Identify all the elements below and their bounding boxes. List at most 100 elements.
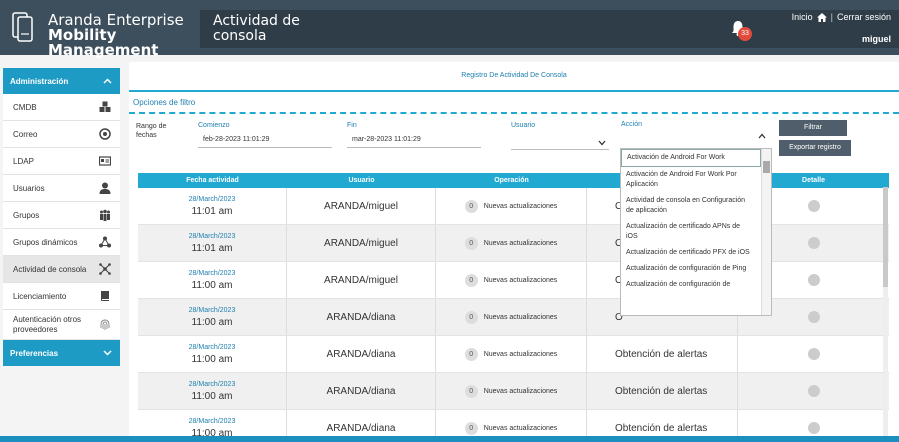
detail-icon[interactable] — [807, 348, 820, 360]
sidebar-section-preferences[interactable]: Preferencias — [3, 340, 120, 366]
activity-icon — [99, 263, 111, 275]
group-icon — [100, 209, 110, 221]
sidebar-item-correo[interactable]: Correo — [3, 121, 120, 148]
column-header-user[interactable]: Usuario — [287, 173, 436, 188]
dashed-divider — [129, 112, 899, 114]
sidebar-item-label: Autenticación otros proveedores — [13, 314, 82, 334]
sidebar-item-label: Actividad de consola — [13, 264, 87, 274]
current-user[interactable]: miguel — [862, 34, 891, 44]
sidebar-section-label: Preferencias — [10, 348, 59, 358]
action-label: Acción — [621, 121, 643, 128]
operation-text: Nuevas actualizaciones — [483, 424, 558, 432]
filter-title: Opciones de filtro — [133, 98, 196, 107]
operation-cell: 0 Nuevas actualizaciones — [436, 225, 587, 261]
sidebar-item-grupos[interactable]: Grupos — [3, 202, 120, 229]
dropdown-option[interactable]: Actualización de configuración de Ping — [621, 261, 761, 277]
sidebar-item-ldap[interactable]: LDAP — [3, 148, 120, 175]
dropdown-option[interactable]: Actualización de configuración de — [621, 277, 761, 293]
page-title-line-2: consola — [213, 28, 267, 44]
activity-date: 28/March/2023 — [188, 417, 236, 425]
table-row[interactable]: 28/March/2023 11:00 am ARANDA/diana 0 Nuev… — [138, 336, 889, 373]
count-badge: 0 — [464, 421, 478, 435]
chevron-up-icon[interactable] — [758, 133, 766, 139]
detail-icon[interactable] — [807, 200, 820, 212]
column-header-operation[interactable]: Operación — [436, 173, 587, 188]
home-icon[interactable] — [816, 12, 827, 22]
table-row[interactable]: 28/March/2023 11:00 am ARANDA/miguel 0 Nue… — [138, 262, 889, 299]
table-row[interactable]: 28/March/2023 11:01 am ARANDA/miguel 0 Nue… — [138, 225, 889, 262]
sidebar-item-label: Licenciamiento — [13, 291, 67, 301]
user-cell: ARANDA/diana — [287, 373, 436, 409]
detail-icon[interactable] — [807, 422, 820, 434]
date-cell: 28/March/2023 11:01 am — [138, 225, 287, 261]
scrollbar-thumb[interactable] — [883, 187, 888, 287]
table-row[interactable]: 28/March/2023 11:01 am ARANDA/miguel 0 Nue… — [138, 188, 889, 225]
sidebar-item-cmdb[interactable]: CMDB — [3, 94, 120, 121]
table-row[interactable]: 28/March/2023 11:00 am ARANDA/diana 0 Nuev… — [138, 299, 889, 336]
top-links: Inicio | Cerrar sesión — [792, 12, 891, 22]
dropdown-option[interactable]: Actividad de consola en Configuración de… — [621, 193, 761, 219]
sidebar-item-label: Grupos — [13, 210, 40, 220]
activity-date: 28/March/2023 — [188, 269, 236, 277]
sidebar-section-admin[interactable]: Administración — [3, 68, 120, 94]
divider — [129, 90, 899, 92]
dropdown-scrollbar[interactable] — [761, 149, 771, 315]
dropdown-option[interactable]: Actualización de certificado APNs de iOS — [621, 219, 761, 245]
sidebar-section-label: Administración — [10, 76, 69, 86]
dropdown-scrollbar-thumb[interactable] — [763, 161, 770, 173]
detail-icon[interactable] — [807, 274, 820, 286]
detail-icon[interactable] — [807, 311, 820, 323]
detail-icon[interactable] — [807, 237, 820, 249]
table-scrollbar[interactable] — [883, 187, 888, 437]
logout-link[interactable]: Cerrar sesión — [837, 12, 891, 22]
date-cell: 28/March/2023 11:00 am — [138, 262, 287, 298]
user-select[interactable] — [511, 136, 609, 150]
start-date-input[interactable]: feb-28-2023 11:01:29 — [198, 134, 332, 148]
detail-icon[interactable] — [807, 385, 820, 397]
export-button[interactable]: Exportar registro — [779, 140, 851, 156]
logo[interactable]: Aranda Enterprise Mobility Management — [0, 0, 200, 58]
operation-text: Nuevas actualizaciones — [483, 239, 558, 247]
brand-line-2: Mobility Management — [48, 26, 159, 59]
activity-date: 28/March/2023 — [188, 306, 236, 314]
table-row[interactable]: 28/March/2023 11:00 am ARANDA/diana 0 Nuev… — [138, 373, 889, 410]
action-dropdown-list[interactable]: Activación de Android For Work Activació… — [620, 148, 772, 316]
column-header-date[interactable]: Fecha actividad — [138, 173, 287, 188]
sidebar: Administración CMDB Correo LDAP Usuarios… — [3, 68, 120, 366]
operation-text: Nuevas actualizaciones — [483, 276, 558, 284]
notification-badge[interactable]: 33 — [738, 27, 752, 41]
dropdown-option[interactable]: Activación de Android For Work Por Aplic… — [621, 167, 761, 193]
date-cell: 28/March/2023 11:00 am — [138, 373, 287, 409]
activity-time: 11:00 am — [191, 390, 233, 402]
link-separator: | — [830, 12, 833, 22]
operation-cell: 0 Nuevas actualizaciones — [436, 336, 587, 372]
sidebar-item-grupos-dinamicos[interactable]: Grupos dinámicos — [3, 229, 120, 256]
bottom-bar — [0, 436, 899, 442]
activity-date: 28/March/2023 — [188, 380, 236, 388]
activity-time: 11:00 am — [191, 316, 233, 328]
end-label: Fin — [347, 122, 357, 129]
filter-button[interactable]: Filtrar — [779, 120, 847, 136]
start-label: Comienzo — [198, 122, 230, 129]
end-date-input[interactable]: mar-28-2023 11:01:29 — [347, 134, 481, 148]
chevron-down-icon[interactable] — [598, 140, 606, 146]
sidebar-item-label: Correo — [13, 129, 38, 139]
operation-cell: 0 Nuevas actualizaciones — [436, 188, 587, 224]
detail-cell — [738, 336, 889, 372]
user-label: Usuario — [511, 122, 536, 129]
fingerprint-icon — [100, 319, 110, 330]
dropdown-option[interactable]: Actualización de certificado PFX de iOS — [621, 245, 761, 261]
operation-text: Nuevas actualizaciones — [483, 387, 558, 395]
brand-name: Aranda Enterprise Mobility Management — [48, 13, 200, 58]
sidebar-item-actividad-consola[interactable]: Actividad de consola — [3, 256, 120, 283]
sidebar-item-usuarios[interactable]: Usuarios — [3, 175, 120, 202]
dropdown-option[interactable]: Activación de Android For Work — [621, 149, 761, 167]
sidebar-item-licenciamiento[interactable]: Licenciamiento — [3, 283, 120, 310]
sidebar-item-autenticacion[interactable]: Autenticación otros proveedores — [3, 310, 120, 340]
operation-text: Nuevas actualizaciones — [483, 350, 558, 358]
home-link[interactable]: Inicio — [792, 12, 813, 22]
book-icon — [101, 291, 109, 301]
action-cell: Obtención de alertas — [587, 373, 738, 409]
sidebar-item-label: CMDB — [13, 102, 37, 112]
count-badge: 0 — [464, 273, 478, 287]
